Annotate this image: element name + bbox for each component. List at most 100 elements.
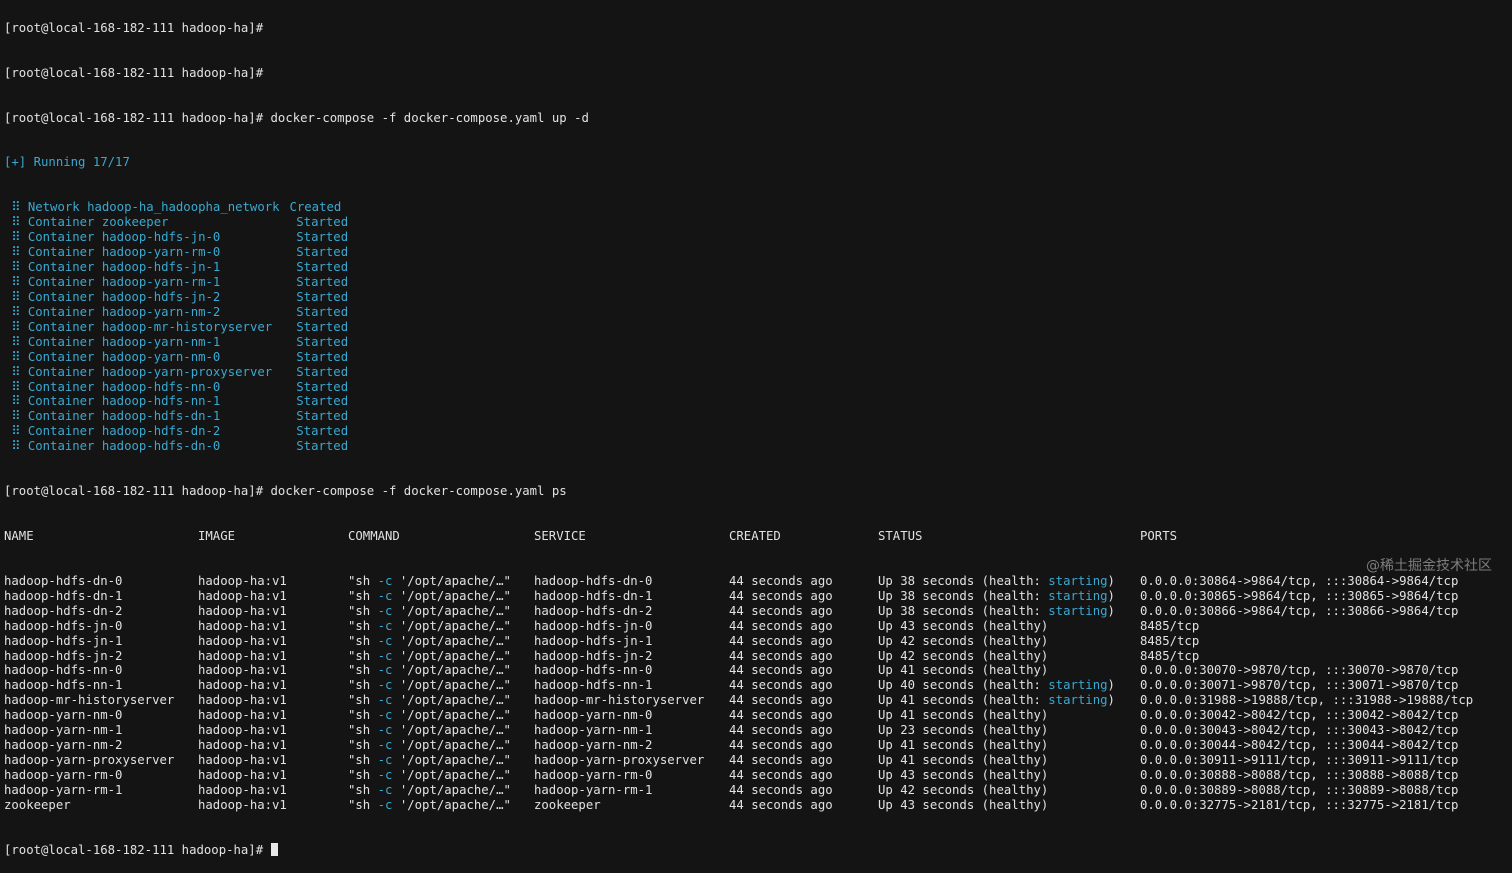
prompt-line: [root@local-168-182-111 hadoop-ha]# (4, 21, 1512, 36)
terminal-window[interactable]: [root@local-168-182-111 hadoop-ha]# [roo… (0, 0, 1512, 857)
cell-name: hadoop-hdfs-jn-2 (4, 648, 123, 663)
cell-service: hadoop-hdfs-jn-0 (534, 618, 653, 633)
cell-created: 44 seconds ago (729, 573, 833, 588)
command-suffix: '/opt/apache/…" (392, 588, 511, 603)
cell-image: hadoop-ha:v1 (198, 738, 287, 753)
ps-table-body: hadoop-hdfs-dn-0 hadoop-ha:v1 "sh -c '/opt… (4, 574, 1512, 813)
command-prefix: "sh (348, 633, 378, 648)
event-name: hadoop-yarn-nm-2 (101, 304, 221, 319)
event-state: Created (289, 200, 342, 215)
command-flag: -c (377, 753, 393, 768)
table-row: hadoop-yarn-rm-1 hadoop-ha:v1 "sh -c '/opt… (4, 783, 1512, 798)
cell-status: Up 38 seconds (health: starting) (878, 589, 1115, 604)
event-state: Started (296, 379, 349, 394)
status-text: Up 41 seconds (healthy) (878, 708, 1049, 723)
event-state: Started (296, 319, 349, 334)
command-prefix: "sh (348, 738, 378, 753)
cell-created: 44 seconds ago (729, 618, 833, 633)
cell-command: "sh -c '/opt/apache/…" (348, 783, 511, 798)
event-name: hadoop-hdfs-jn-0 (101, 230, 221, 245)
cell-command: "sh -c '/opt/apache/…" (348, 798, 511, 813)
cell-command: "sh -c '/opt/apache/…" (348, 753, 511, 768)
cell-ports: 0.0.0.0:30044->8042/tcp, :::30044->8042/… (1140, 738, 1459, 753)
table-row: hadoop-yarn-proxyserver hadoop-ha:v1 "sh -… (4, 753, 1512, 768)
cell-command: "sh -c '/opt/apache/…" (348, 634, 511, 649)
running-status: [+] Running 17/17 (4, 155, 130, 170)
cell-image: hadoop-ha:v1 (198, 693, 287, 708)
compose-event-line: ⠿ Container hadoop-hdfs-nn-1 Started (4, 394, 1512, 409)
cell-image: hadoop-ha:v1 (198, 588, 287, 603)
event-kind: Container (27, 304, 95, 319)
compose-event-line: ⠿ Container zookeeper Started (4, 215, 1512, 230)
compose-event-line: ⠿ Container hadoop-hdfs-dn-1 Started (4, 409, 1512, 424)
final-prompt-line[interactable]: [root@local-168-182-111 hadoop-ha]# (4, 842, 1512, 858)
cell-ports: 0.0.0.0:30864->9864/tcp, :::30864->9864/… (1140, 573, 1459, 588)
cell-created: 44 seconds ago (729, 648, 833, 663)
event-kind: Container (27, 274, 95, 289)
event-kind: Container (27, 215, 95, 230)
event-kind: Container (27, 260, 95, 275)
compose-event-line: ⠿ Container hadoop-hdfs-dn-2 Started (4, 424, 1512, 439)
cell-service: hadoop-yarn-rm-1 (534, 782, 653, 797)
cell-image: hadoop-ha:v1 (198, 678, 287, 693)
event-kind: Container (27, 230, 95, 245)
cell-command: "sh -c '/opt/apache/…" (348, 604, 511, 619)
status-text: Up 43 seconds (healthy) (878, 797, 1049, 812)
cell-status: Up 43 seconds (healthy) (878, 768, 1048, 783)
command-flag: -c (377, 573, 393, 588)
cell-name: hadoop-hdfs-dn-2 (4, 603, 123, 618)
compose-event-line: ⠿ Container hadoop-hdfs-dn-0 Started (4, 439, 1512, 454)
command-prefix: "sh (348, 618, 378, 633)
cell-name: zookeeper (4, 797, 71, 812)
table-row: hadoop-hdfs-nn-0 hadoop-ha:v1 "sh -c '/opt… (4, 663, 1512, 678)
cell-service: hadoop-yarn-nm-1 (534, 723, 653, 738)
event-state: Started (296, 334, 349, 349)
cell-command: "sh -c '/opt/apache/…" (348, 678, 511, 693)
header-service: SERVICE (534, 528, 586, 543)
compose-event-list: ⠿ Network hadoop-ha_hadoopha_network Cre… (4, 200, 1512, 454)
event-state: Started (296, 260, 349, 275)
event-kind: Container (27, 379, 95, 394)
cell-status: Up 41 seconds (health: starting) (878, 693, 1115, 708)
event-state: Started (296, 289, 349, 304)
status-health-starting: starting (1048, 573, 1108, 588)
event-state: Started (296, 364, 349, 379)
status-text: Up 40 seconds (health: (878, 678, 1049, 693)
check-icon: ⠿ (4, 439, 28, 454)
cell-ports: 0.0.0.0:30911->9111/tcp, :::30911->9111/… (1140, 753, 1459, 768)
status-close: ) (1107, 603, 1115, 618)
cell-ports: 0.0.0.0:30071->9870/tcp, :::30071->9870/… (1140, 678, 1459, 693)
event-name: hadoop-mr-historyserver (101, 319, 273, 334)
event-name: hadoop-yarn-nm-0 (101, 349, 221, 364)
cell-image: hadoop-ha:v1 (198, 723, 287, 738)
compose-event-line: ⠿ Network hadoop-ha_hadoopha_network Cre… (4, 200, 1512, 215)
check-icon: ⠿ (4, 289, 28, 304)
command-line-ps: [root@local-168-182-111 hadoop-ha]# dock… (4, 484, 1512, 499)
event-state: Started (296, 409, 349, 424)
command-line-up: [root@local-168-182-111 hadoop-ha]# dock… (4, 111, 1512, 126)
cell-command: "sh -c '/opt/apache/…" (348, 693, 511, 708)
compose-event-line: ⠿ Container hadoop-yarn-nm-1 Started (4, 335, 1512, 350)
check-icon: ⠿ (4, 260, 28, 275)
event-state: Started (296, 245, 349, 260)
cell-name: hadoop-mr-historyserver (4, 693, 175, 708)
cell-service: hadoop-hdfs-dn-2 (534, 603, 653, 618)
command-suffix: '/opt/apache/…" (392, 663, 511, 678)
cell-status: Up 42 seconds (healthy) (878, 634, 1048, 649)
command-suffix: '/opt/apache/…" (392, 797, 511, 812)
cell-command: "sh -c '/opt/apache/…" (348, 723, 511, 738)
event-state: Started (296, 349, 349, 364)
cell-status: Up 38 seconds (health: starting) (878, 574, 1115, 589)
command-suffix: '/opt/apache/…" (392, 768, 511, 782)
event-kind: Container (27, 394, 95, 409)
status-text: Up 41 seconds (health: (878, 693, 1049, 708)
table-row: hadoop-hdfs-nn-1 hadoop-ha:v1 "sh -c '/opt… (4, 678, 1512, 693)
header-status: STATUS (878, 528, 923, 543)
cell-service: hadoop-yarn-rm-0 (534, 768, 653, 782)
cell-name: hadoop-hdfs-nn-0 (4, 663, 123, 678)
cell-image: hadoop-ha:v1 (198, 797, 287, 812)
cell-image: hadoop-ha:v1 (198, 603, 287, 618)
event-state: Started (296, 304, 349, 319)
table-row: hadoop-hdfs-jn-1 hadoop-ha:v1 "sh -c '/opt… (4, 634, 1512, 649)
event-state: Started (296, 424, 349, 439)
